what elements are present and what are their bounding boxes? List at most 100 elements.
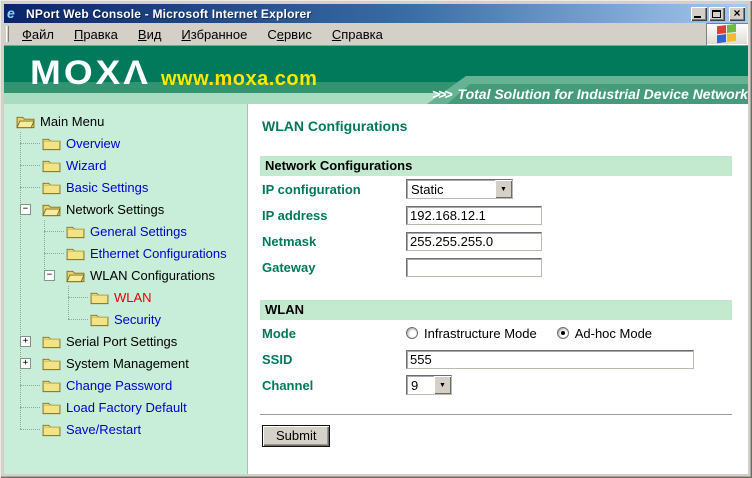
submit-button[interactable]: Submit xyxy=(262,425,330,447)
close-icon: × xyxy=(729,6,745,21)
mode-radio-group: Infrastructure ModeAd-hoc Mode xyxy=(406,326,666,341)
folder-icon xyxy=(42,158,61,173)
sidebar-item-overview[interactable]: Overview xyxy=(66,136,120,151)
tree-row: − WLAN Configurations xyxy=(4,264,247,286)
mode-option-label: Ad-hoc Mode xyxy=(575,326,652,341)
channel-select[interactable]: 9▼ xyxy=(406,375,452,395)
open-folder-icon xyxy=(16,114,35,129)
netmask-row: Netmask xyxy=(260,228,732,254)
tree-connector-stub xyxy=(20,385,40,386)
ip-configuration-select[interactable]: Static▼ xyxy=(406,179,513,199)
tree-connector-stub xyxy=(20,429,40,430)
tree-connector-stub xyxy=(68,297,88,298)
netmask-field[interactable] xyxy=(406,232,542,251)
tree-row: Security xyxy=(4,308,247,330)
menu-grip-handle[interactable] xyxy=(6,26,9,42)
folder-icon xyxy=(42,180,61,195)
folder-icon xyxy=(66,224,85,239)
mode-row: ModeInfrastructure ModeAd-hoc Mode xyxy=(260,320,732,346)
expander-slot: − xyxy=(44,270,64,281)
tree-row: + System Management xyxy=(4,352,247,374)
ip-configuration-label: IP configuration xyxy=(260,182,406,197)
dropdown-arrow-icon[interactable]: ▼ xyxy=(495,180,512,198)
sidebar-item-change-password[interactable]: Change Password xyxy=(66,378,172,393)
sidebar-item-network-settings[interactable]: Network Settings xyxy=(66,202,164,217)
tree-row: Change Password xyxy=(4,374,247,396)
expander-slot: − xyxy=(20,204,40,215)
gateway-field[interactable] xyxy=(406,258,542,277)
menu-item-файл[interactable]: Файл xyxy=(12,23,64,45)
menu-bar: ФайлПравкаВидИзбранноеСервисСправка xyxy=(4,23,748,46)
folder-icon xyxy=(42,356,61,371)
banner-tagline: >>> Total Solution for Industrial Device … xyxy=(432,86,748,102)
tree-row: − Network Settings xyxy=(4,198,247,220)
sidebar-item-security[interactable]: Security xyxy=(114,312,161,327)
collapse-toggle-wlan-configurations[interactable]: − xyxy=(44,270,55,281)
tree-connector-stub xyxy=(20,407,40,408)
menu-item-вид[interactable]: Вид xyxy=(128,23,172,45)
folder-icon xyxy=(66,246,85,261)
tree-row: Wizard xyxy=(4,154,247,176)
tree-connector-stub xyxy=(44,231,64,232)
title-bar: e NPort Web Console - Microsoft Internet… xyxy=(4,4,748,23)
windows-flag-icon xyxy=(717,24,737,44)
menu-item-справка[interactable]: Справка xyxy=(322,23,393,45)
ssid-row: SSID xyxy=(260,346,732,372)
close-button[interactable]: × xyxy=(729,7,745,21)
chevrons-icon: >>> xyxy=(432,86,451,102)
main-content: WLAN Configurations Network Configuratio… xyxy=(248,104,748,474)
channel-row: Channel9▼ xyxy=(260,372,732,398)
sidebar-item-save-restart[interactable]: Save/Restart xyxy=(66,422,141,437)
sidebar-item-load-factory-default[interactable]: Load Factory Default xyxy=(66,400,187,415)
tree-row: Ethernet Configurations xyxy=(4,242,247,264)
tree-connector-stub xyxy=(20,165,40,166)
tree-connector-stub xyxy=(20,143,40,144)
expand-toggle-system-management[interactable]: + xyxy=(20,358,31,369)
channel-label: Channel xyxy=(260,378,406,393)
moxa-website-text: www.moxa.com xyxy=(161,68,317,91)
sidebar-item-general-settings[interactable]: General Settings xyxy=(90,224,187,239)
folder-icon xyxy=(42,136,61,151)
ip-address-field[interactable] xyxy=(406,206,542,225)
sidebar-item-system-management[interactable]: System Management xyxy=(66,356,189,371)
ip-configuration-selected-value: Static xyxy=(407,180,495,198)
open-folder-icon xyxy=(66,268,85,283)
sidebar-item-wlan-configurations[interactable]: WLAN Configurations xyxy=(90,268,215,283)
channel-selected-value: 9 xyxy=(407,376,434,394)
sidebar-item-basic-settings[interactable]: Basic Settings xyxy=(66,180,148,195)
dropdown-arrow-icon[interactable]: ▼ xyxy=(434,376,451,394)
browser-window: e NPort Web Console - Microsoft Internet… xyxy=(0,0,752,478)
folder-icon xyxy=(42,422,61,437)
maximize-icon xyxy=(712,10,721,18)
mode-radio-ad-hoc-mode[interactable] xyxy=(557,327,569,339)
tree-row: + Serial Port Settings xyxy=(4,330,247,352)
sidebar-item-wlan[interactable]: WLAN xyxy=(114,290,152,305)
collapse-toggle-network-settings[interactable]: − xyxy=(20,204,31,215)
sidebar-item-main-menu[interactable]: Main Menu xyxy=(40,114,104,129)
sidebar-item-wizard[interactable]: Wizard xyxy=(66,158,106,173)
tree-row: General Settings xyxy=(4,220,247,242)
gateway-label: Gateway xyxy=(260,260,406,275)
menu-item-сервис[interactable]: Сервис xyxy=(257,23,322,45)
minimize-icon xyxy=(694,16,701,18)
sidebar-item-ethernet-configurations[interactable]: Ethernet Configurations xyxy=(90,246,227,261)
mode-label: Mode xyxy=(260,326,406,341)
form-divider xyxy=(260,414,732,415)
sidebar-item-serial-port-settings[interactable]: Serial Port Settings xyxy=(66,334,177,349)
gateway-row: Gateway xyxy=(260,254,732,280)
menu-item-избранное[interactable]: Избранное xyxy=(171,23,257,45)
ssid-field[interactable] xyxy=(406,350,694,369)
section-header-wlan: WLAN xyxy=(260,300,732,320)
tree-row: WLAN xyxy=(4,286,247,308)
ip-configuration-row: IP configurationStatic▼ xyxy=(260,176,732,202)
mode-radio-infrastructure-mode[interactable] xyxy=(406,327,418,339)
tree-connector-stub xyxy=(68,319,88,320)
ip-address-label: IP address xyxy=(260,208,406,223)
expander-slot: + xyxy=(20,358,40,369)
menu-item-правка[interactable]: Правка xyxy=(64,23,128,45)
expander-slot: + xyxy=(20,336,40,347)
maximize-button[interactable] xyxy=(709,7,725,21)
tagline-text: Total Solution for Industrial Device Net… xyxy=(458,86,748,102)
expand-toggle-serial-port-settings[interactable]: + xyxy=(20,336,31,347)
minimize-button[interactable] xyxy=(691,7,707,21)
